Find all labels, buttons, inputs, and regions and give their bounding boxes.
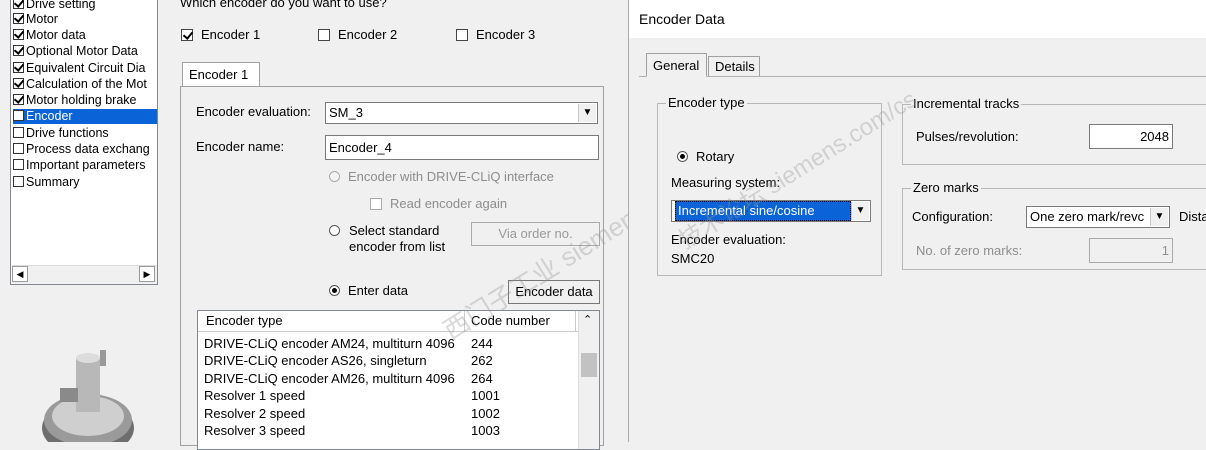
distance-label: Dista [1179,209,1206,224]
radio-rotary[interactable]: Rotary [677,149,734,164]
via-order-button[interactable]: Via order no. [471,222,600,246]
table-row[interactable]: DRIVE-CLiQ encoder AS26, singleturn [204,352,427,369]
tree-item-summary[interactable]: Summary [13,175,79,190]
table-row[interactable]: DRIVE-CLiQ encoder AM26, multiturn 4096 [204,370,455,387]
tree-item-optional-motor-data[interactable]: Optional Motor Data [13,44,138,59]
encoder-data-dialog: Encoder Data General Details Encoder typ… [628,0,1206,442]
tree-item-motor-data[interactable]: Motor data [13,28,86,43]
tree-item-drive-setting[interactable]: Drive setting [13,0,95,12]
table-cell-code: 1001 [471,388,500,403]
tree-item-equivalent-circuit[interactable]: Equivalent Circuit Dia [13,61,146,76]
checkbox-icon [13,0,24,9]
measuring-system-label: Measuring system: [671,175,781,190]
checkbox-icon [13,94,24,105]
checkbox-icon [13,159,24,170]
tree-item-motor-holding-brake[interactable]: Motor holding brake [13,93,136,108]
radio-icon [329,225,340,236]
tree-item-important-parameters[interactable]: Important parameters [13,158,146,173]
checkbox-icon [13,13,24,24]
table-cell-code: 262 [471,353,493,368]
radio-driveclick[interactable]: Encoder with DRIVE-CLiQ interface [329,169,554,184]
encoder-question: Which encoder do you want to use? [180,0,387,10]
radio-icon [677,151,688,162]
checkbox-icon [13,143,24,154]
tree-item-encoder[interactable]: Encoder [13,109,157,124]
horizontal-scrollbar[interactable]: ◀ ▶ [12,265,157,284]
checkbox-icon [13,176,24,187]
list-header: Encoder type Code number [198,311,599,332]
encoder-data-button[interactable]: Encoder data [508,280,600,304]
number-zero-marks-input[interactable]: 1 [1089,238,1173,263]
radio-icon [329,285,340,296]
incremental-tracks-caption: Incremental tracks [911,96,1022,111]
column-divider [575,311,576,331]
scroll-thumb[interactable] [581,353,597,377]
chevron-down-icon: ▼ [851,202,869,220]
scroll-left-icon[interactable]: ◀ [12,266,28,282]
table-row[interactable]: Resolver 1 speed [204,387,305,404]
table-row[interactable]: DRIVE-CLiQ encoder AM24, multiturn 4096 [204,335,455,352]
encoder-type-list[interactable]: Encoder type Code number DRIVE-CLiQ enco… [197,310,600,450]
column-divider [464,311,465,331]
table-row[interactable]: Resolver 3 speed [204,422,305,439]
checkbox-icon [181,29,193,41]
tree-item-process-data[interactable]: Process data exchanɡ [13,142,150,157]
tab-general[interactable]: General [646,53,707,77]
radio-icon [329,171,340,182]
chevron-down-icon: ▼ [1150,208,1168,226]
checkbox-icon [13,62,24,73]
read-encoder-again-checkbox[interactable]: Read encoder again [370,196,507,211]
select-standard-label: Select standard encoder from list [349,223,446,254]
table-cell-code: 1003 [471,423,500,438]
table-cell-code: 1002 [471,406,500,421]
zero-marks-caption: Zero marks [911,180,981,195]
pulses-revolution-input[interactable]: 2048 [1089,124,1173,149]
checkbox-icon [13,127,24,138]
table-row[interactable]: Resolver 2 speed [204,405,305,422]
checkbox-icon [13,110,24,121]
checkbox-icon [318,29,330,41]
column-code-number[interactable]: Code number [471,311,550,331]
tab-details[interactable]: Details [708,56,760,76]
radio-select-standard[interactable] [329,223,348,238]
radio-enter-data[interactable]: Enter data [329,283,408,298]
dialog-encoder-evaluation-label: Encoder evaluation: [671,232,786,247]
table-cell-code: 264 [471,371,493,386]
tree-item-motor[interactable]: Motor [13,12,58,27]
scroll-right-icon[interactable]: ▶ [139,266,155,282]
checkbox-icon [370,198,382,210]
encoder-3-checkbox[interactable]: Encoder 3 [456,27,535,42]
tree-item-drive-functions[interactable]: Drive functions [13,126,109,141]
encoder-name-input[interactable]: Encoder_4 [325,135,599,160]
measuring-system-select[interactable]: Incremental sine/cosine ▼ [671,200,871,222]
checkbox-icon [13,29,24,40]
encoder-product-image [42,350,134,442]
encoder-2-checkbox[interactable]: Encoder 2 [318,27,397,42]
wizard-navigation-tree: Drive setting Motor Motor data Optional … [10,0,158,285]
encoder-type-group-caption: Encoder type [666,95,747,110]
encoder-1-checkbox[interactable]: Encoder 1 [181,27,260,42]
configuration-select[interactable]: One zero mark/revc ▼ [1026,206,1170,228]
number-zero-marks-label: No. of zero marks: [916,243,1023,258]
checkbox-icon [13,78,24,89]
configuration-label: Configuration: [912,209,993,224]
scroll-up-icon[interactable]: ⌃ [583,313,592,326]
chevron-down-icon: ▼ [578,104,596,122]
pulses-revolution-label: Pulses/revolution: [916,129,1019,144]
checkbox-icon [456,29,468,41]
encoder-evaluation-select[interactable]: SM_3 ▼ [325,102,598,124]
tree-item-calculation[interactable]: Calculation of the Mot [13,77,147,92]
dialog-encoder-evaluation-value: SMC20 [671,251,715,266]
checkbox-icon [13,45,24,56]
tab-encoder-1[interactable]: Encoder 1 [182,62,260,86]
column-encoder-type[interactable]: Encoder type [206,311,283,331]
dialog-title: Encoder Data [629,0,1206,38]
encoder-name-label: Encoder name: [196,139,285,154]
encoder-evaluation-label: Encoder evaluation: [196,104,311,119]
vertical-scrollbar[interactable]: ⌃ [578,311,599,449]
table-cell-code: 244 [471,336,493,351]
